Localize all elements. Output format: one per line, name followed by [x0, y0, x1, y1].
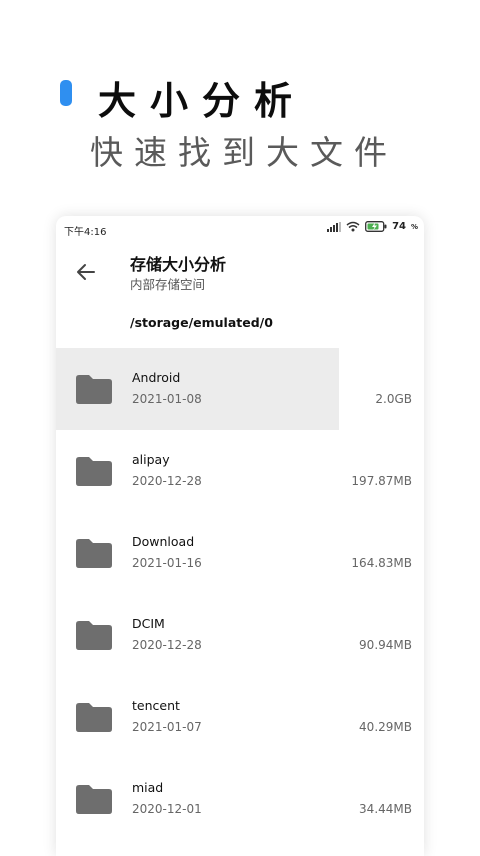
folder-icon: [76, 785, 112, 814]
app-header: 存储大小分析 内部存储空间: [56, 242, 424, 312]
list-item[interactable]: Download 2021-01-16 164.83MB: [56, 512, 424, 594]
status-icons: 74%: [327, 221, 418, 232]
list-item[interactable]: DCIM 2020-12-28 90.94MB: [56, 594, 424, 676]
arrow-left-icon[interactable]: [74, 260, 98, 284]
page-subtitle: 内部存储空间: [130, 277, 206, 292]
list-item[interactable]: miad 2020-12-01 34.44MB: [56, 758, 424, 840]
item-name: Download: [132, 534, 195, 549]
item-size: 34.44MB: [359, 802, 412, 816]
item-size: 2.0GB: [375, 392, 412, 406]
item-size: 90.94MB: [359, 638, 412, 652]
folder-icon: [76, 621, 112, 650]
status-bar: 下午4:16 74%: [56, 216, 424, 242]
battery-percent: 74: [392, 221, 406, 232]
item-date: 2020-12-28: [132, 638, 202, 652]
current-path: /storage/emulated/0: [130, 315, 273, 330]
item-size: 197.87MB: [351, 474, 412, 488]
item-name: tencent: [132, 698, 180, 713]
wifi-icon: [346, 221, 360, 232]
item-name: DCIM: [132, 616, 165, 631]
folder-icon: [76, 703, 112, 732]
list-item[interactable]: Android 2021-01-08 2.0GB: [56, 348, 424, 430]
accent-bar: [60, 80, 72, 106]
folder-icon: [76, 375, 112, 404]
item-name: miad: [132, 780, 164, 795]
item-name: alipay: [132, 452, 170, 467]
signal-icon: [327, 221, 342, 232]
item-date: 2021-01-16: [132, 556, 202, 570]
item-size: 164.83MB: [351, 556, 412, 570]
item-name: Android: [132, 370, 181, 385]
page-title: 存储大小分析: [130, 255, 227, 274]
folder-icon: [76, 539, 112, 568]
phone-screen: 下午4:16 74% 存储大小分析 内部存储空间 /storage/emulat…: [56, 216, 424, 856]
item-date: 2020-12-28: [132, 474, 202, 488]
list-item[interactable]: alipay 2020-12-28 197.87MB: [56, 430, 424, 512]
folder-list: Android 2021-01-08 2.0GB alipay 2020-12-…: [56, 348, 424, 840]
item-size: 40.29MB: [359, 720, 412, 734]
status-time: 下午4:16: [64, 227, 107, 238]
list-item[interactable]: tencent 2021-01-07 40.29MB: [56, 676, 424, 758]
battery-charging-icon: [365, 221, 387, 232]
item-date: 2021-01-07: [132, 720, 202, 734]
promo-title: 大小分析: [98, 78, 307, 123]
item-date: 2021-01-08: [132, 392, 202, 406]
promo-banner: 大小分析 快速找到大文件: [0, 0, 480, 215]
item-date: 2020-12-01: [132, 802, 202, 816]
promo-subtitle: 快速找到大文件: [90, 133, 398, 172]
folder-icon: [76, 457, 112, 486]
